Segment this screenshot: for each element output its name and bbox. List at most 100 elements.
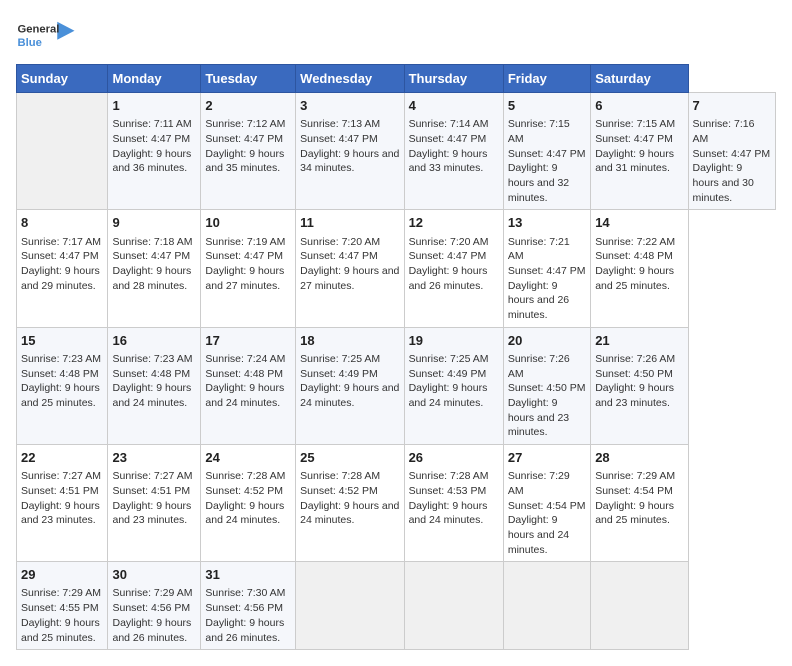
sunset-text: Sunset: 4:53 PM	[409, 485, 487, 497]
week-row-2: 15Sunrise: 7:23 AMSunset: 4:48 PMDayligh…	[17, 327, 776, 444]
sunrise-text: Sunrise: 7:21 AM	[508, 236, 570, 263]
daylight-text: Daylight: 9 hours and 24 minutes.	[112, 382, 191, 409]
day-number: 13	[508, 214, 586, 232]
sunrise-text: Sunrise: 7:25 AM	[409, 353, 489, 365]
sunset-text: Sunset: 4:48 PM	[21, 368, 99, 380]
day-number: 6	[595, 97, 683, 115]
sunset-text: Sunset: 4:47 PM	[112, 250, 190, 262]
daylight-text: Daylight: 9 hours and 24 minutes.	[409, 500, 488, 527]
day-number: 28	[595, 449, 683, 467]
daylight-text: Daylight: 9 hours and 34 minutes.	[300, 148, 399, 175]
sunset-text: Sunset: 4:47 PM	[205, 133, 283, 145]
sunrise-text: Sunrise: 7:27 AM	[21, 470, 101, 482]
header-monday: Monday	[108, 65, 201, 93]
calendar-cell: 7Sunrise: 7:16 AMSunset: 4:47 PMDaylight…	[688, 93, 775, 210]
sunrise-text: Sunrise: 7:12 AM	[205, 118, 285, 130]
sunrise-text: Sunrise: 7:26 AM	[595, 353, 675, 365]
sunset-text: Sunset: 4:55 PM	[21, 602, 99, 614]
day-number: 5	[508, 97, 586, 115]
logo-svg: GeneralBlue	[16, 16, 76, 56]
sunset-text: Sunset: 4:47 PM	[205, 250, 283, 262]
daylight-text: Daylight: 9 hours and 26 minutes.	[508, 280, 569, 321]
day-number: 16	[112, 332, 196, 350]
sunset-text: Sunset: 4:47 PM	[21, 250, 99, 262]
calendar-cell: 11Sunrise: 7:20 AMSunset: 4:47 PMDayligh…	[296, 210, 404, 327]
daylight-text: Daylight: 9 hours and 26 minutes.	[409, 265, 488, 292]
sunrise-text: Sunrise: 7:20 AM	[300, 236, 380, 248]
week-row-1: 8Sunrise: 7:17 AMSunset: 4:47 PMDaylight…	[17, 210, 776, 327]
day-number: 25	[300, 449, 399, 467]
sunset-text: Sunset: 4:56 PM	[112, 602, 190, 614]
daylight-text: Daylight: 9 hours and 26 minutes.	[112, 617, 191, 644]
day-number: 11	[300, 214, 399, 232]
daylight-text: Daylight: 9 hours and 27 minutes.	[205, 265, 284, 292]
sunset-text: Sunset: 4:50 PM	[595, 368, 673, 380]
day-number: 31	[205, 566, 291, 584]
sunset-text: Sunset: 4:49 PM	[409, 368, 487, 380]
calendar-header-row: SundayMondayTuesdayWednesdayThursdayFrid…	[17, 65, 776, 93]
sunrise-text: Sunrise: 7:16 AM	[693, 118, 755, 145]
day-number: 29	[21, 566, 103, 584]
sunrise-text: Sunrise: 7:11 AM	[112, 118, 191, 130]
daylight-text: Daylight: 9 hours and 25 minutes.	[595, 500, 674, 527]
calendar-cell: 28Sunrise: 7:29 AMSunset: 4:54 PMDayligh…	[591, 444, 688, 561]
calendar-cell: 14Sunrise: 7:22 AMSunset: 4:48 PMDayligh…	[591, 210, 688, 327]
sunset-text: Sunset: 4:51 PM	[21, 485, 99, 497]
sunset-text: Sunset: 4:47 PM	[508, 265, 586, 277]
sunset-text: Sunset: 4:48 PM	[112, 368, 190, 380]
sunset-text: Sunset: 4:47 PM	[409, 250, 487, 262]
header-wednesday: Wednesday	[296, 65, 404, 93]
sunrise-text: Sunrise: 7:15 AM	[595, 118, 675, 130]
calendar-cell: 25Sunrise: 7:28 AMSunset: 4:52 PMDayligh…	[296, 444, 404, 561]
sunrise-text: Sunrise: 7:29 AM	[508, 470, 570, 497]
calendar-cell: 27Sunrise: 7:29 AMSunset: 4:54 PMDayligh…	[503, 444, 590, 561]
daylight-text: Daylight: 9 hours and 27 minutes.	[300, 265, 399, 292]
sunrise-text: Sunrise: 7:26 AM	[508, 353, 570, 380]
header-tuesday: Tuesday	[201, 65, 296, 93]
day-number: 7	[693, 97, 771, 115]
sunrise-text: Sunrise: 7:28 AM	[205, 470, 285, 482]
sunset-text: Sunset: 4:49 PM	[300, 368, 378, 380]
calendar-cell	[17, 93, 108, 210]
daylight-text: Daylight: 9 hours and 28 minutes.	[112, 265, 191, 292]
sunset-text: Sunset: 4:54 PM	[595, 485, 673, 497]
sunset-text: Sunset: 4:48 PM	[595, 250, 673, 262]
day-number: 17	[205, 332, 291, 350]
sunset-text: Sunset: 4:47 PM	[693, 148, 771, 160]
calendar-cell: 17Sunrise: 7:24 AMSunset: 4:48 PMDayligh…	[201, 327, 296, 444]
calendar-cell	[591, 562, 688, 650]
sunset-text: Sunset: 4:50 PM	[508, 382, 586, 394]
sunrise-text: Sunrise: 7:14 AM	[409, 118, 489, 130]
daylight-text: Daylight: 9 hours and 36 minutes.	[112, 148, 191, 175]
calendar-cell: 15Sunrise: 7:23 AMSunset: 4:48 PMDayligh…	[17, 327, 108, 444]
sunrise-text: Sunrise: 7:27 AM	[112, 470, 192, 482]
day-number: 27	[508, 449, 586, 467]
day-number: 1	[112, 97, 196, 115]
calendar-cell: 1 Sunrise: 7:11 AM Sunset: 4:47 PM Daylight…	[108, 93, 201, 210]
daylight-text: Daylight: 9 hours and 24 minutes.	[205, 382, 284, 409]
sunrise-text: Sunrise: 7:15 AM	[508, 118, 570, 145]
calendar-cell: 6Sunrise: 7:15 AMSunset: 4:47 PMDaylight…	[591, 93, 688, 210]
sunset-text: Sunset: 4:47 PM	[112, 133, 190, 145]
calendar-cell: 19Sunrise: 7:25 AMSunset: 4:49 PMDayligh…	[404, 327, 503, 444]
daylight-text: Daylight: 9 hours and 24 minutes.	[300, 382, 399, 409]
day-number: 30	[112, 566, 196, 584]
calendar-cell: 26Sunrise: 7:28 AMSunset: 4:53 PMDayligh…	[404, 444, 503, 561]
sunrise-text: Sunrise: 7:30 AM	[205, 587, 285, 599]
sunrise-text: Sunrise: 7:18 AM	[112, 236, 192, 248]
calendar-cell: 8Sunrise: 7:17 AMSunset: 4:47 PMDaylight…	[17, 210, 108, 327]
day-number: 21	[595, 332, 683, 350]
sunrise-text: Sunrise: 7:22 AM	[595, 236, 675, 248]
sunset-text: Sunset: 4:47 PM	[595, 133, 673, 145]
calendar-cell: 16Sunrise: 7:23 AMSunset: 4:48 PMDayligh…	[108, 327, 201, 444]
header: GeneralBlue	[16, 16, 776, 56]
calendar-cell: 29Sunrise: 7:29 AMSunset: 4:55 PMDayligh…	[17, 562, 108, 650]
day-number: 2	[205, 97, 291, 115]
day-number: 20	[508, 332, 586, 350]
calendar-cell: 13 Sunrise: 7:21 AM Sunset: 4:47 PM Dayligh…	[503, 210, 590, 327]
header-thursday: Thursday	[404, 65, 503, 93]
calendar-cell: 2Sunrise: 7:12 AMSunset: 4:47 PMDaylight…	[201, 93, 296, 210]
daylight-text: Daylight: 9 hours and 33 minutes.	[409, 148, 488, 175]
calendar-cell: 12Sunrise: 7:20 AMSunset: 4:47 PMDayligh…	[404, 210, 503, 327]
sunrise-text: Sunrise: 7:23 AM	[21, 353, 101, 365]
